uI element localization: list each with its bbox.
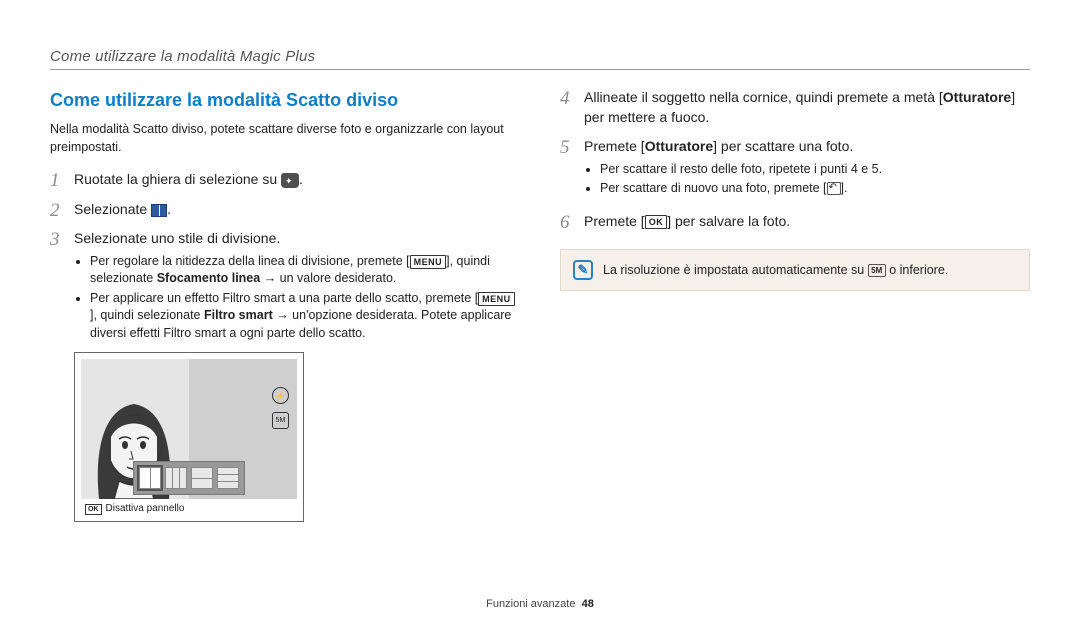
step-number: 4 — [560, 88, 584, 111]
step-3-bullets: Per regolare la nitidezza della linea di… — [90, 253, 520, 343]
right-column: 4 Allineate il soggetto nella cornice, q… — [560, 88, 1030, 528]
layout-option-2 — [165, 467, 187, 489]
step-1-text: Ruotate la ghiera di selezione su . — [74, 170, 520, 190]
bullet-5a: Per scattare il resto delle foto, ripete… — [600, 161, 1030, 179]
content-columns: Come utilizzare la modalità Scatto divis… — [50, 88, 1030, 528]
preview-side-icons: ⚡ 5M — [272, 387, 289, 429]
step-number: 3 — [50, 229, 74, 252]
bullet-3a: Per regolare la nitidezza della linea di… — [90, 253, 520, 288]
step-5: 5 Premete [Otturatore] per scattare una … — [560, 137, 1030, 206]
camera-preview-illustration: ⚡ 5M OK Disattiva pannello — [74, 352, 304, 522]
step-3: 3 Selezionate uno stile di divisione. Pe… — [50, 229, 520, 522]
ok-icon: OK — [85, 504, 102, 516]
resolution-icon: 5M — [272, 412, 289, 429]
layout-option-1 — [139, 467, 161, 489]
mode-dial-icon — [281, 173, 299, 188]
bullet-5b: Per scattare di nuovo una foto, premete … — [600, 180, 1030, 198]
layout-option-4 — [217, 467, 239, 489]
ok-button-icon: OK — [645, 215, 668, 229]
step-number: 1 — [50, 170, 74, 193]
step-number: 6 — [560, 212, 584, 235]
step-2: 2 Selezionate . — [50, 200, 520, 224]
note-box: ✎ La risoluzione è impostata automaticam… — [560, 249, 1030, 291]
step-5-bullets: Per scattare il resto delle foto, ripete… — [600, 161, 1030, 198]
preview-caption-bar: OK Disattiva pannello — [85, 502, 184, 516]
menu-button-icon: MENU — [478, 292, 515, 306]
resolution-5m-icon: 5M — [868, 264, 886, 277]
note-icon: ✎ — [573, 260, 593, 280]
page-footer: Funzioni avanzate 48 — [0, 598, 1080, 610]
left-column: Come utilizzare la modalità Scatto divis… — [50, 88, 520, 528]
menu-button-icon: MENU — [410, 255, 447, 269]
split-shot-icon — [151, 204, 167, 217]
bullet-3b: Per applicare un effetto Filtro smart a … — [90, 290, 520, 343]
retake-icon — [827, 182, 841, 195]
step-3-text: Selezionate uno stile di divisione. — [74, 229, 520, 249]
step-2-text: Selezionate . — [74, 200, 520, 220]
step-5-text: Premete [Otturatore] per scattare una fo… — [584, 137, 1030, 157]
step-4-text: Allineate il soggetto nella cornice, qui… — [584, 88, 1030, 127]
section-intro: Nella modalità Scatto diviso, potete sca… — [50, 121, 520, 156]
step-number: 5 — [560, 137, 584, 160]
step-4: 4 Allineate il soggetto nella cornice, q… — [560, 88, 1030, 131]
step-number: 2 — [50, 200, 74, 223]
section-heading: Come utilizzare la modalità Scatto divis… — [50, 88, 520, 113]
step-6-text: Premete [OK] per salvare la foto. — [584, 212, 1030, 232]
step-6: 6 Premete [OK] per salvare la foto. — [560, 212, 1030, 236]
header-title: Come utilizzare la modalità Magic Plus — [50, 48, 315, 65]
page-header: Come utilizzare la modalità Magic Plus — [50, 48, 1030, 70]
flash-icon: ⚡ — [272, 387, 289, 404]
layout-option-3 — [191, 467, 213, 489]
step-1: 1 Ruotate la ghiera di selezione su . — [50, 170, 520, 194]
layout-picker — [133, 461, 245, 495]
note-text: La risoluzione è impostata automaticamen… — [603, 262, 948, 280]
